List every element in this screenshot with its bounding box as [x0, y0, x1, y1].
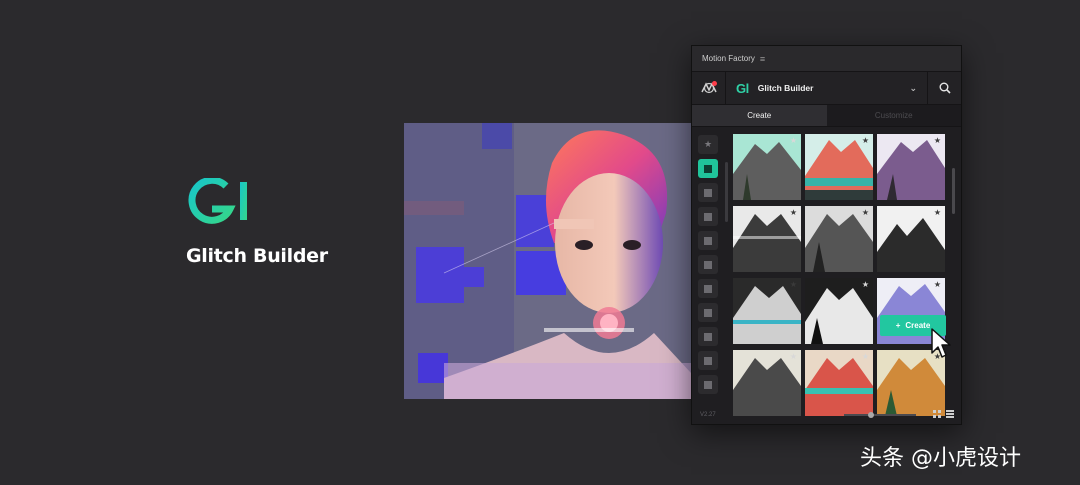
category-item[interactable] — [698, 279, 718, 298]
star-icon[interactable]: ★ — [934, 208, 941, 217]
star-icon[interactable]: ★ — [790, 352, 797, 361]
star-icon[interactable]: ★ — [790, 136, 797, 145]
category-icon — [704, 308, 712, 317]
category-icon — [704, 260, 712, 269]
star-icon[interactable]: ★ — [790, 280, 797, 289]
star-icon[interactable]: ★ — [934, 280, 941, 289]
panel-titlebar: Motion Factory ≡ — [692, 46, 961, 72]
plugin-selector[interactable]: Gl Glitch Builder ⌄ — [726, 72, 927, 104]
preset-thumbnail[interactable]: ★ — [733, 134, 801, 200]
preset-thumbnail[interactable]: ★ — [805, 206, 873, 272]
preset-thumbnail[interactable]: ★ — [733, 278, 801, 344]
plus-icon: + — [895, 321, 901, 330]
tab-create[interactable]: Create — [692, 105, 827, 126]
version-label: V2.27 — [700, 412, 716, 418]
category-item[interactable] — [698, 183, 718, 202]
cursor-icon — [931, 328, 951, 358]
zoom-slider[interactable] — [844, 412, 916, 418]
watermark: 头条 @小虎设计 — [860, 446, 1021, 471]
preset-thumbnail[interactable]: ★ — [877, 134, 945, 200]
chevron-down-icon: ⌄ — [909, 83, 917, 93]
glitch-builder-logo: Glitch Builder — [186, 176, 328, 267]
category-item[interactable] — [698, 303, 718, 322]
motion-factory-button[interactable] — [692, 72, 726, 104]
preset-thumbnail[interactable]: ★ — [877, 206, 945, 272]
panel-tabs: Create Customize — [692, 105, 961, 127]
category-icon — [704, 188, 712, 197]
star-icon[interactable]: ★ — [862, 352, 869, 361]
category-icon — [704, 380, 712, 389]
star-icon[interactable]: ★ — [862, 208, 869, 217]
search-icon — [939, 82, 951, 94]
category-favorites[interactable]: ★ — [698, 135, 718, 154]
panel-footer: V2.27 — [692, 406, 961, 424]
logo-name: Glitch Builder — [186, 245, 328, 267]
preset-thumbnail[interactable]: ★ — [805, 278, 873, 344]
plugin-name: Glitch Builder — [757, 83, 814, 93]
rail-scrollbar[interactable] — [725, 162, 728, 222]
category-icon — [704, 212, 712, 221]
category-item[interactable] — [698, 327, 718, 346]
notification-dot — [712, 81, 717, 86]
panel-body: ★ ★ ★ ★ ★ ★ ★ ★ ★ ★ ★ ★ ★ + Create — [692, 128, 961, 416]
star-icon[interactable]: ★ — [862, 136, 869, 145]
star-icon[interactable]: ★ — [862, 280, 869, 289]
grid-view-icon[interactable] — [933, 410, 941, 418]
category-item[interactable] — [698, 351, 718, 370]
category-item[interactable] — [698, 207, 718, 226]
search-button[interactable] — [927, 72, 961, 104]
category-icon — [704, 356, 712, 365]
star-icon[interactable]: ★ — [790, 208, 797, 217]
preset-grid: ★ ★ ★ ★ ★ ★ ★ ★ ★ ★ ★ ★ — [733, 134, 949, 416]
list-view-icon[interactable] — [946, 410, 954, 418]
create-button-label: Create — [905, 321, 931, 330]
motion-factory-panel: Motion Factory ≡ Gl Glitch Builder ⌄ Cre… — [691, 45, 962, 425]
preset-thumbnail[interactable]: ★ — [733, 206, 801, 272]
preset-thumbnail[interactable]: ★ — [805, 134, 873, 200]
panel-title: Motion Factory — [702, 54, 755, 63]
category-item[interactable] — [698, 231, 718, 250]
category-rail: ★ — [692, 128, 724, 406]
star-icon[interactable]: ★ — [934, 136, 941, 145]
category-item[interactable] — [698, 375, 718, 394]
zoom-slider-knob[interactable] — [868, 412, 875, 418]
category-icon — [704, 284, 712, 293]
category-item[interactable] — [698, 255, 718, 274]
glitch-builder-logo-mark — [188, 176, 247, 224]
grid-scrollbar[interactable] — [952, 168, 955, 214]
category-icon — [704, 332, 712, 341]
tab-customize[interactable]: Customize — [826, 105, 961, 126]
panel-menu-icon[interactable]: ≡ — [760, 54, 765, 64]
panel-header: Gl Glitch Builder ⌄ — [692, 72, 961, 105]
category-film[interactable] — [698, 159, 718, 178]
film-icon — [704, 164, 712, 173]
plugin-mark: Gl — [736, 80, 749, 96]
glitch-preview-image — [404, 123, 691, 399]
star-icon: ★ — [703, 139, 713, 149]
category-icon — [704, 236, 712, 245]
